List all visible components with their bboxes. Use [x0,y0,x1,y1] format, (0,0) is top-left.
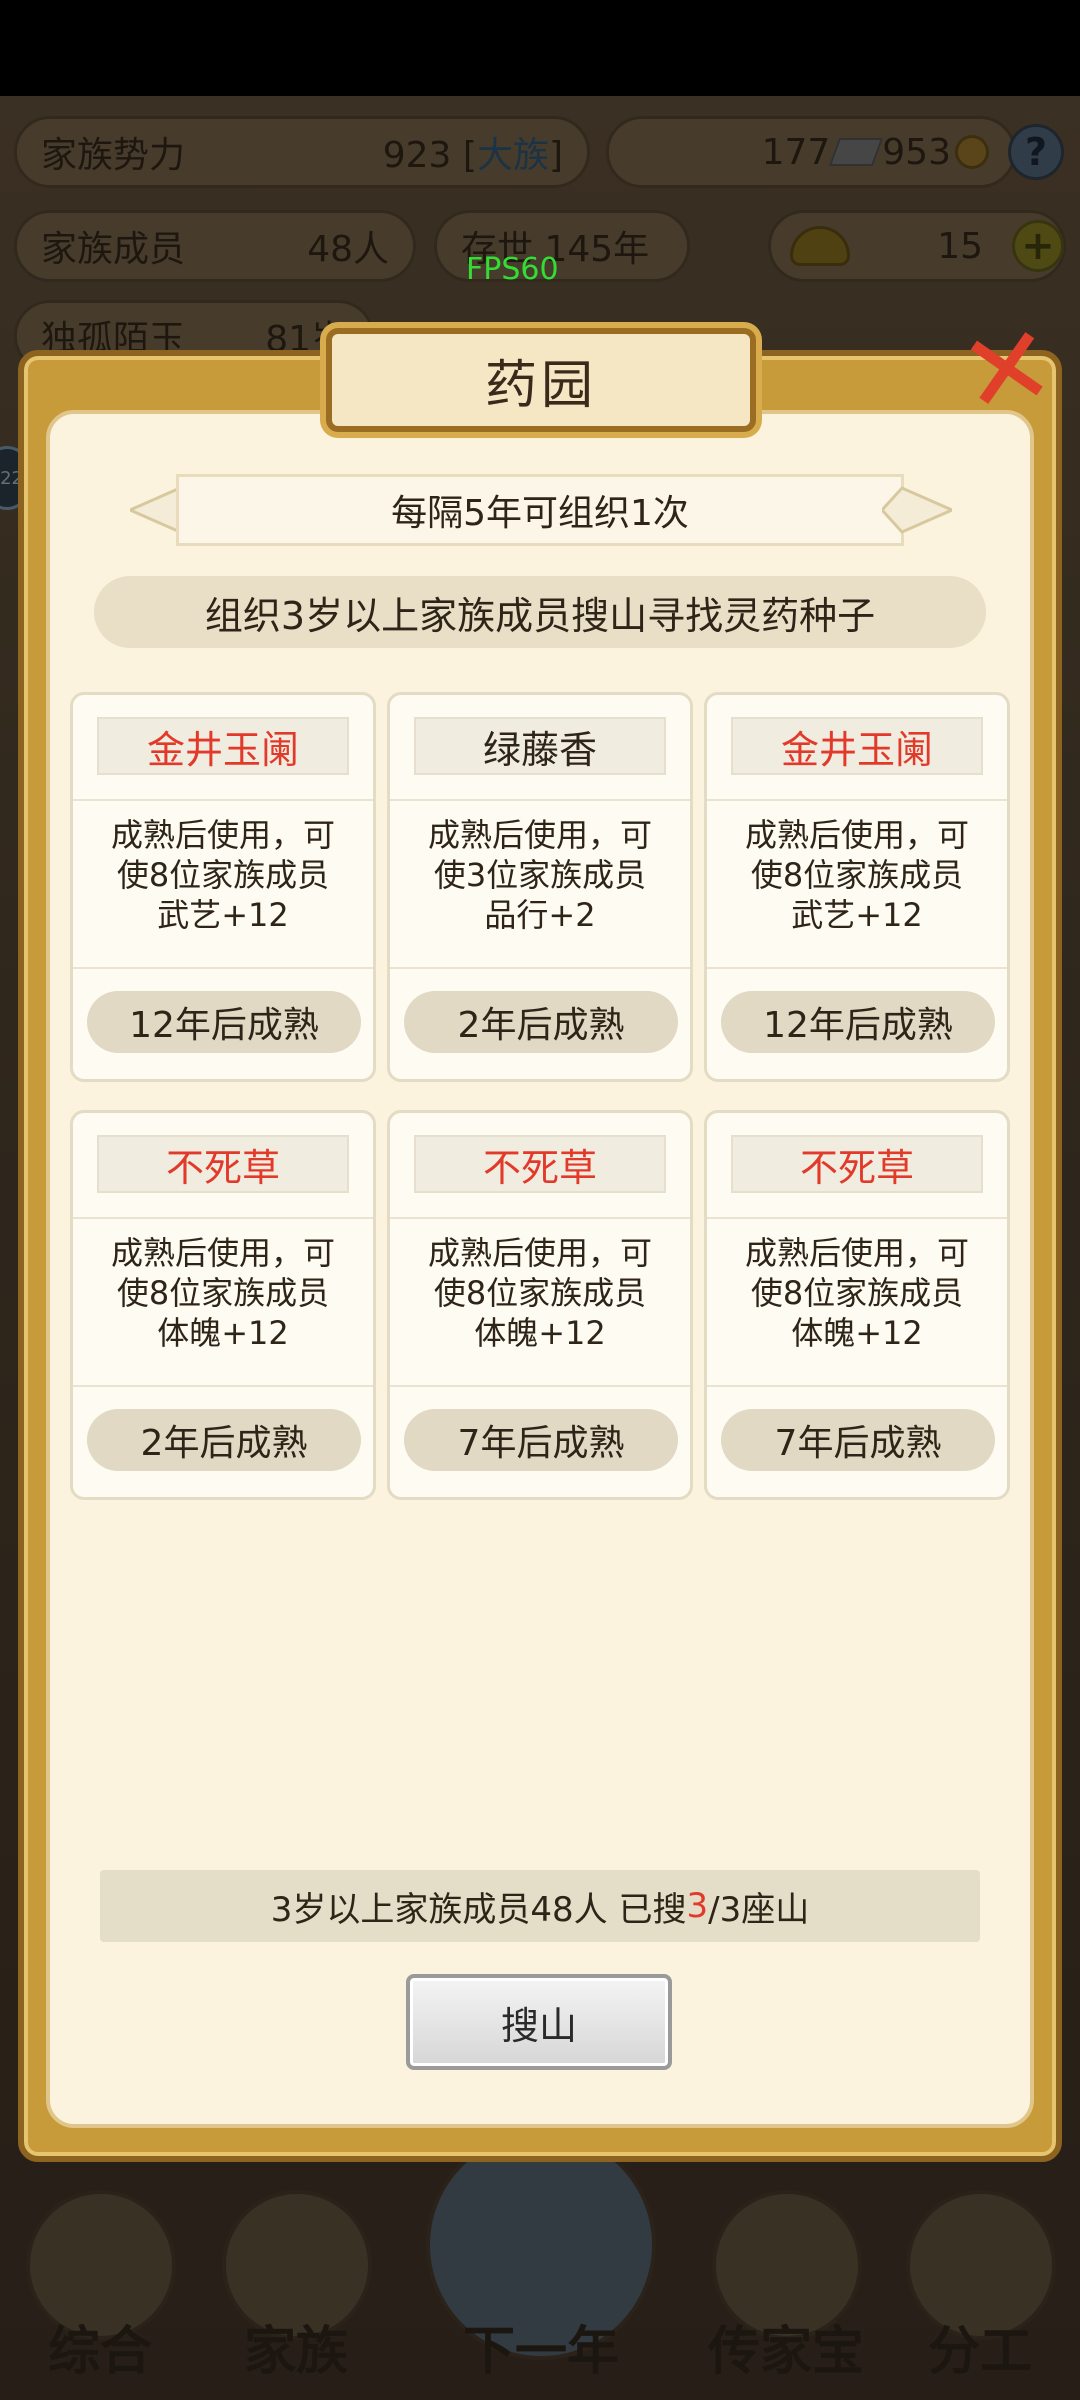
divider [707,967,1007,969]
search-mountain-button[interactable]: 搜山 [406,1974,672,2070]
divider [707,799,1007,801]
herb-effect: 成熟后使用，可 使3位家族成员 品行+2 [427,816,652,934]
herb-name: 绿藤香 [414,717,666,775]
divider [73,799,373,801]
divider [390,799,690,801]
divider [73,967,373,969]
herb-name: 不死草 [97,1135,349,1193]
herb-maturity: 12年后成熟 [87,991,361,1053]
herb-card: 金井玉阑 成熟后使用，可 使8位家族成员 武艺+12 12年后成熟 [70,692,376,1082]
herb-maturity: 2年后成熟 [87,1409,361,1471]
herb-name: 金井玉阑 [97,717,349,775]
herb-card: 金井玉阑 成熟后使用，可 使8位家族成员 武艺+12 12年后成熟 [704,692,1010,1082]
summary-searched-count: 3 [686,1886,709,1926]
divider [707,1217,1007,1219]
description-bar: 组织3岁以上家族成员搜山寻找灵药种子 [94,576,986,648]
herb-card: 不死草 成熟后使用，可 使8位家族成员 体魄+12 7年后成熟 [387,1110,693,1500]
herb-effect: 成熟后使用，可 使8位家族成员 体魄+12 [427,1234,652,1352]
herb-maturity: 7年后成熟 [404,1409,678,1471]
divider [390,1385,690,1387]
status-bar [0,0,1080,96]
search-summary: 3岁以上家族成员48人 已搜 3/3座山 [100,1870,980,1942]
divider [390,1217,690,1219]
dialog-title: 药园 [484,355,597,416]
herb-effect: 成熟后使用，可 使8位家族成员 武艺+12 [110,816,335,934]
herb-name: 不死草 [414,1135,666,1193]
herb-maturity: 12年后成熟 [721,991,995,1053]
herb-card: 不死草 成熟后使用，可 使8位家族成员 体魄+12 7年后成熟 [704,1110,1010,1500]
frequency-banner: 每隔5年可组织1次 [176,474,904,546]
divider [73,1385,373,1387]
herb-maturity: 2年后成熟 [404,991,678,1053]
close-button[interactable]: ✕ [949,299,1067,441]
herb-name: 不死草 [731,1135,983,1193]
summary-suffix: /3座山 [708,1889,810,1930]
herb-card: 绿藤香 成熟后使用，可 使3位家族成员 品行+2 2年后成熟 [387,692,693,1082]
herb-maturity: 7年后成熟 [721,1409,995,1471]
herb-effect: 成熟后使用，可 使8位家族成员 体魄+12 [744,1234,969,1352]
herb-effect: 成熟后使用，可 使8位家族成员 武艺+12 [744,816,969,934]
divider [390,967,690,969]
banner-right-ornament-icon [882,486,952,534]
herb-name: 金井玉阑 [731,717,983,775]
dialog-title-plate: 药园 [326,328,756,432]
fps-counter: FPS60 [466,252,559,287]
herb-effect: 成熟后使用，可 使8位家族成员 体魄+12 [110,1234,335,1352]
divider [707,1385,1007,1387]
herb-card: 不死草 成熟后使用，可 使8位家族成员 体魄+12 2年后成熟 [70,1110,376,1500]
summary-prefix: 3岁以上家族成员48人 已搜 [270,1889,687,1930]
divider [73,1217,373,1219]
